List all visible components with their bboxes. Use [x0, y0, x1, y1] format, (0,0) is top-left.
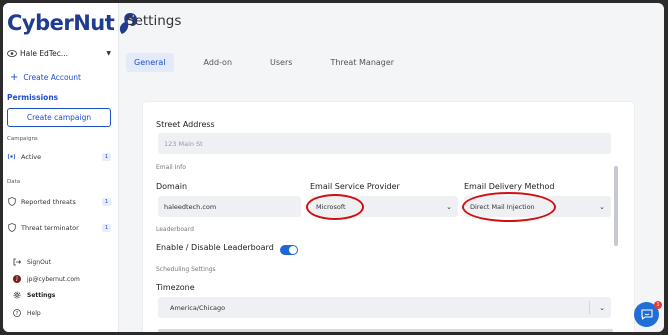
org-name: Hale EdTec...	[20, 49, 69, 58]
sidebar-item-threat-terminator[interactable]: Threat terminator 1	[7, 223, 111, 232]
count-badge: 1	[102, 152, 111, 161]
sidebar-item-help[interactable]: ? Help	[13, 309, 41, 317]
avatar-container: J	[13, 275, 21, 283]
sidebar-item-label: Threat terminator	[21, 223, 79, 232]
sidebar: CyberNut Hale EdTec... ▼ + Create Accoun…	[3, 3, 138, 332]
app-window: CyberNut Hale EdTec... ▼ + Create Accoun…	[3, 3, 664, 332]
plus-icon: +	[10, 72, 19, 83]
settings-tabs: General Add-on Users Threat Manager	[126, 53, 424, 72]
tab-threat-manager[interactable]: Threat Manager	[322, 53, 402, 72]
timezone-select[interactable]: America/Chicago ⌄	[158, 297, 611, 318]
user-account[interactable]: J jp@cybernut.com	[13, 275, 80, 283]
email-service-provider-label: Email Service Provider	[310, 182, 400, 191]
street-address-label: Street Address	[156, 120, 215, 129]
svg-text:?: ?	[16, 311, 19, 317]
page-title: Settings	[126, 13, 182, 29]
help-label: Help	[27, 309, 41, 317]
logo[interactable]: CyberNut	[7, 7, 140, 39]
brand-name: CyberNut	[7, 11, 115, 35]
settings-label: Settings	[27, 291, 56, 299]
tab-add-on[interactable]: Add-on	[196, 53, 241, 72]
leaderboard-toggle[interactable]	[280, 245, 298, 255]
create-account-link[interactable]: + Create Account	[10, 72, 81, 83]
org-selector[interactable]: Hale EdTec... ▼	[7, 49, 111, 58]
chevron-down-icon: ⌄	[599, 202, 605, 211]
domain-input[interactable]: haleedtech.com	[158, 196, 301, 217]
campaigns-section-label: Campaigns	[7, 136, 38, 142]
leaderboard-toggle-label: Enable / Disable Leaderboard	[156, 243, 274, 252]
shield-icon	[7, 197, 16, 206]
logout-icon	[13, 258, 21, 266]
vertical-scrollbar[interactable]	[614, 166, 618, 246]
create-campaign-button[interactable]: Create campaign	[7, 108, 111, 127]
tab-general[interactable]: General	[126, 53, 174, 72]
domain-value: haleedtech.com	[164, 202, 217, 211]
annotation-highlight	[306, 194, 364, 220]
timezone-label: Timezone	[156, 283, 195, 292]
domain-label: Domain	[156, 182, 188, 191]
tab-users[interactable]: Users	[262, 53, 300, 72]
sidebar-item-label: Active	[21, 152, 42, 161]
signout-link[interactable]: SignOut	[13, 258, 51, 266]
annotation-highlight	[462, 192, 556, 222]
leaderboard-section-label: Leaderboard	[156, 226, 194, 233]
chevron-down-icon: ⌄	[599, 303, 605, 312]
timezone-value: America/Chicago	[170, 303, 226, 312]
data-section-label: Data	[7, 179, 21, 185]
permissions-label[interactable]: Permissions	[7, 93, 58, 102]
gear-icon	[13, 291, 21, 299]
sidebar-item-label: Reported threats	[21, 197, 76, 206]
chat-icon	[640, 309, 653, 320]
sidebar-item-settings[interactable]: Settings	[13, 291, 55, 299]
chat-notification-badge: 1	[654, 301, 662, 309]
eye-icon	[7, 50, 17, 57]
email-delivery-method-label: Email Delivery Method	[464, 182, 555, 191]
count-badge: 1	[102, 197, 111, 206]
chevron-down-icon: ⌄	[446, 202, 452, 211]
email-info-section-label: Email Info	[156, 164, 186, 171]
sidebar-item-reported-threats[interactable]: Reported threats 1	[7, 197, 111, 206]
create-account-label: Create Account	[23, 73, 81, 82]
signout-label: SignOut	[27, 258, 51, 266]
select-divider	[589, 301, 590, 314]
chevron-down-icon: ▼	[106, 50, 111, 57]
count-badge: 1	[102, 223, 111, 232]
street-address-input[interactable]: 123 Main St	[158, 133, 611, 154]
help-icon: ?	[13, 309, 21, 317]
scheduling-section-label: Scheduling Settings	[156, 266, 216, 273]
horizontal-scrollbar[interactable]	[158, 329, 613, 332]
shield-icon	[7, 223, 16, 232]
user-email: jp@cybernut.com	[27, 275, 80, 283]
sidebar-item-active[interactable]: Active 1	[7, 152, 111, 161]
avatar: J	[13, 275, 21, 283]
broadcast-icon	[7, 152, 16, 161]
